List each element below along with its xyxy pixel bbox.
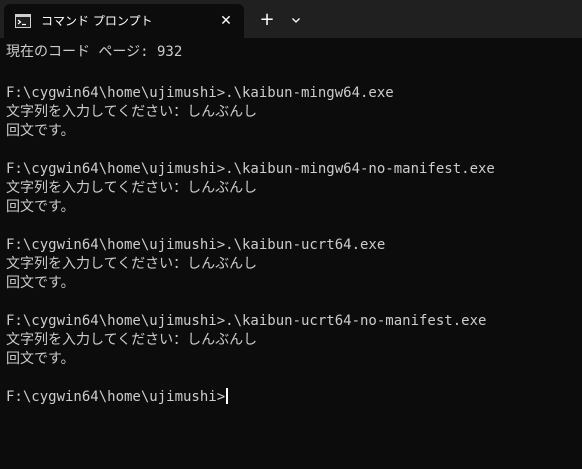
prompt-line: 文字列を入力してください：しんぶんし bbox=[6, 256, 258, 272]
command-line: F:\cygwin64\home\ujimushi>.\kaibun-ucrt6… bbox=[6, 237, 386, 253]
prompt-line: 文字列を入力してください：しんぶんし bbox=[6, 104, 258, 120]
command-line: F:\cygwin64\home\ujimushi>.\kaibun-mingw… bbox=[6, 85, 394, 101]
tab-close-button[interactable]: ✕ bbox=[218, 13, 234, 29]
console-output[interactable]: 現在のコード ページ: 932 F:\cygwin64\home\ujimush… bbox=[0, 38, 582, 469]
tab-command-prompt[interactable]: コマンド プロンプト ✕ bbox=[4, 4, 244, 38]
cmd-icon bbox=[15, 14, 31, 28]
terminal-window: コマンド プロンプト ✕ + 現在のコード ページ: 932 F:\cygwin… bbox=[0, 0, 582, 469]
command-line: F:\cygwin64\home\ujimushi>.\kaibun-mingw… bbox=[6, 161, 495, 177]
tab-title: コマンド プロンプト bbox=[41, 14, 153, 28]
current-prompt: F:\cygwin64\home\ujimushi> bbox=[6, 389, 226, 405]
text-cursor bbox=[226, 388, 229, 404]
result-line: 回文です。 bbox=[6, 199, 75, 215]
title-bar: コマンド プロンプト ✕ + bbox=[0, 0, 582, 38]
new-tab-button[interactable]: + bbox=[258, 11, 276, 29]
result-line: 回文です。 bbox=[6, 275, 75, 291]
current-prompt-line: F:\cygwin64\home\ujimushi> bbox=[6, 388, 229, 407]
prompt-line: 文字列を入力してください：しんぶんし bbox=[6, 332, 258, 348]
result-line: 回文です。 bbox=[6, 351, 75, 367]
result-line: 回文です。 bbox=[6, 123, 75, 139]
prompt-line: 文字列を入力してください：しんぶんし bbox=[6, 180, 258, 196]
command-line: F:\cygwin64\home\ujimushi>.\kaibun-ucrt6… bbox=[6, 313, 487, 329]
chevron-down-icon[interactable] bbox=[288, 12, 304, 28]
codepage-line: 現在のコード ページ: 932 bbox=[6, 44, 183, 60]
